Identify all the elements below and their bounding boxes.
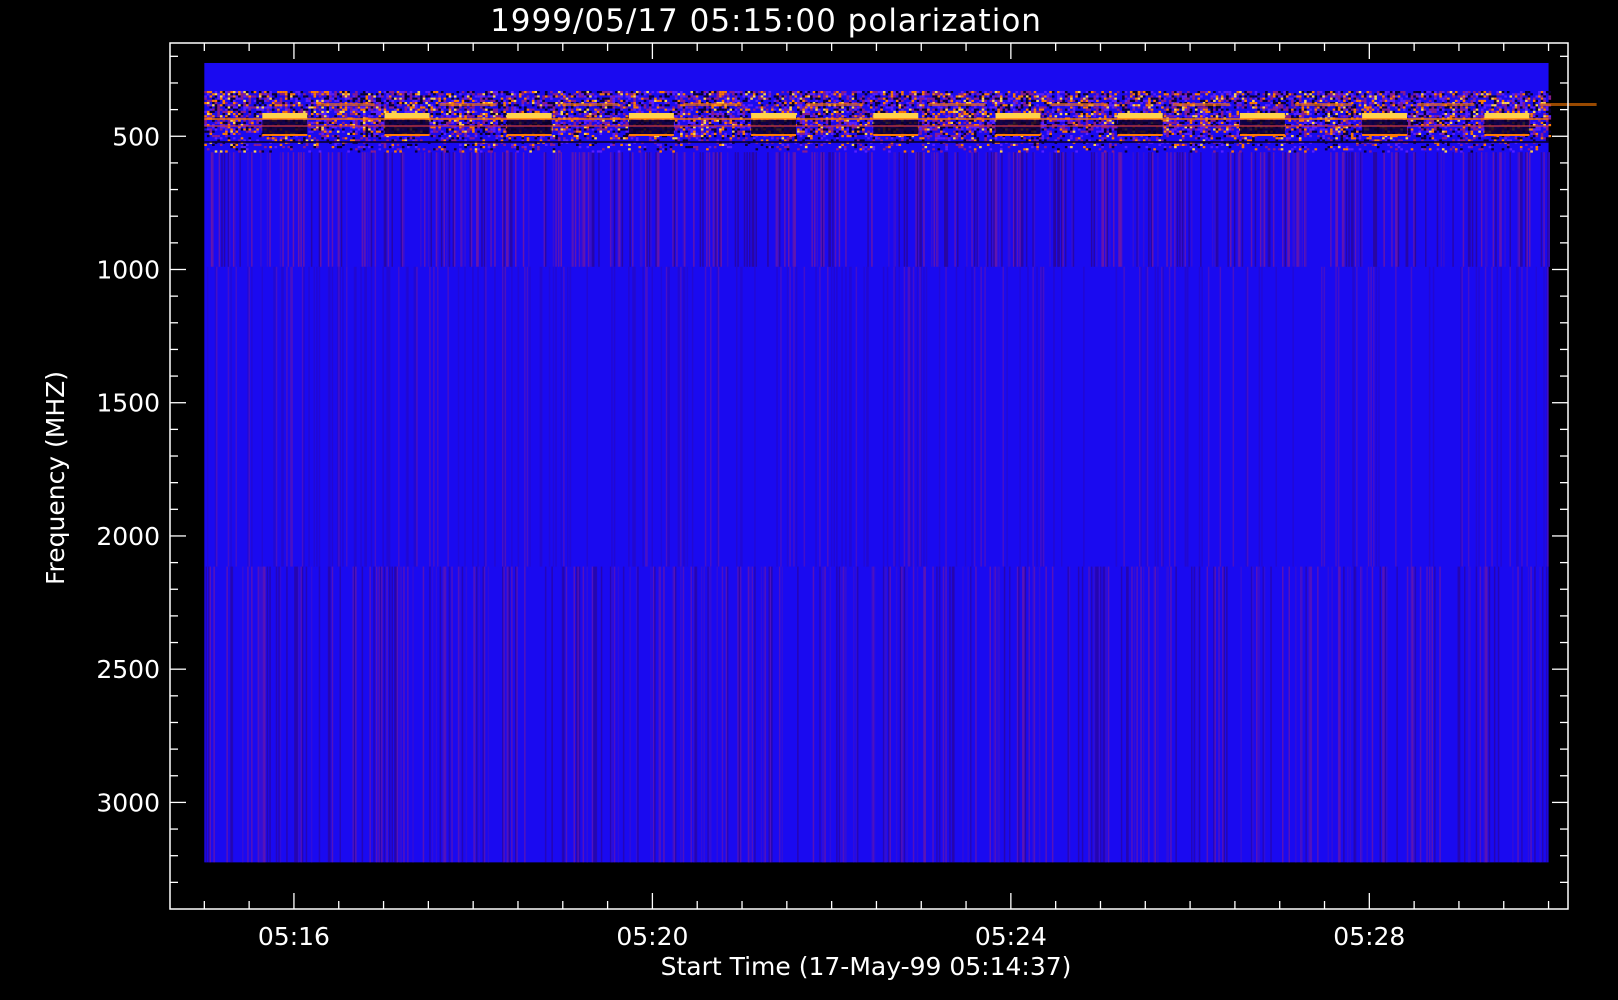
chart-title: 1999/05/17 05:15:00 polarization [490, 3, 1042, 39]
y-tick-label: 500 [112, 122, 160, 151]
x-tick-label: 05:16 [258, 922, 330, 951]
x-tick-label: 05:20 [616, 922, 688, 951]
y-tick-label: 1000 [96, 255, 160, 284]
heatmap-image [204, 62, 1597, 863]
y-tick-label: 2500 [96, 655, 160, 684]
spectrogram-figure: 500 1000 1500 2000 2500 3000 05:16 05:20 05:24 05… [0, 0, 1618, 1000]
y-axis-title: Frequency (MHZ) [41, 371, 70, 585]
x-tick-label: 05:24 [975, 922, 1047, 951]
x-tick-label: 05:28 [1333, 922, 1405, 951]
y-tick-label: 1500 [96, 389, 160, 418]
y-tick-label: 3000 [96, 788, 160, 817]
y-tick-label: 2000 [96, 522, 160, 551]
x-axis-title: Start Time (17-May-99 05:14:37) [661, 952, 1072, 981]
spectrogram-chart: 500 1000 1500 2000 2500 3000 05:16 05:20 05:24 05… [0, 0, 1618, 1000]
